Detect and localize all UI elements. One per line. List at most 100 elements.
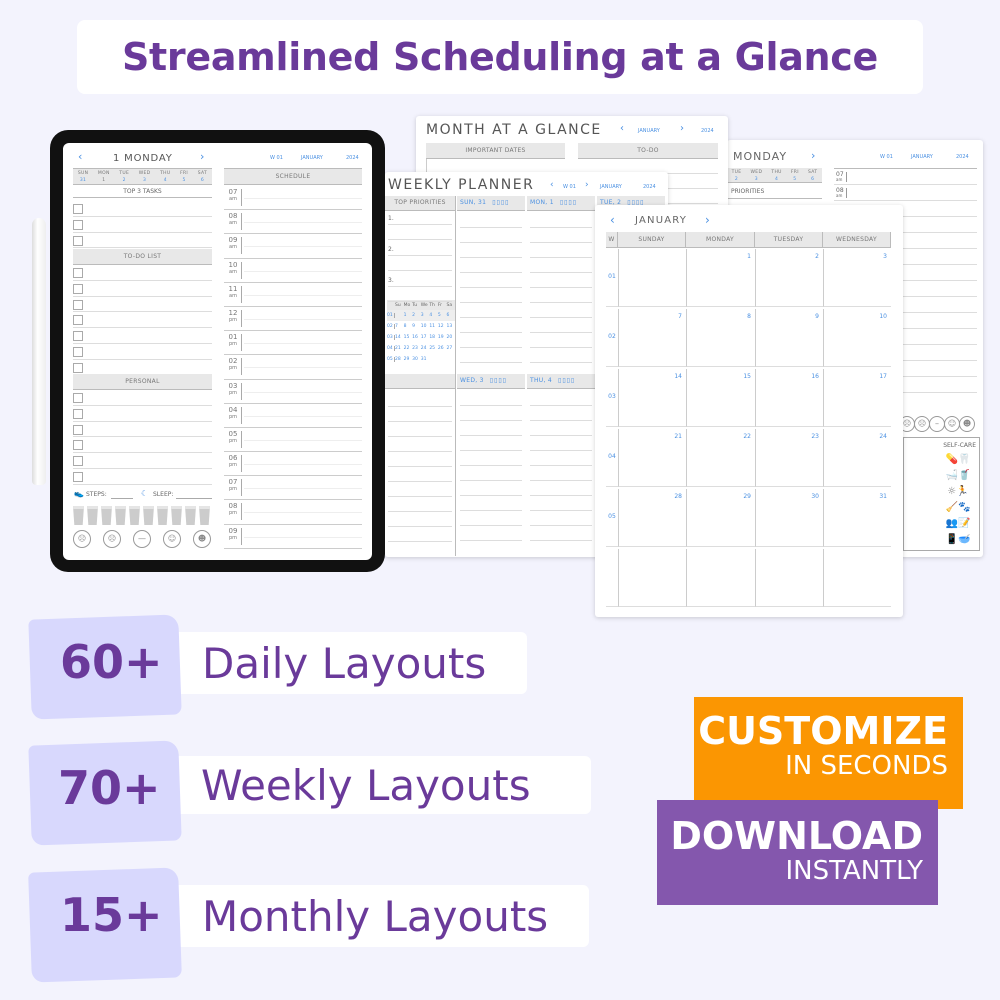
mini-date[interactable]: 10: [421, 324, 430, 329]
mini-week-number[interactable]: 05: [387, 357, 395, 362]
hour-row[interactable]: 12 pm: [224, 307, 362, 332]
day-cell[interactable]: 1: [686, 249, 755, 307]
checkbox[interactable]: [73, 235, 83, 246]
day-cell[interactable]: 17: [823, 369, 891, 427]
prev-icon[interactable]: ‹: [620, 123, 624, 134]
weekday-cell[interactable]: SAT 6: [808, 168, 817, 182]
mini-date[interactable]: 2: [412, 313, 421, 318]
next-day-icon[interactable]: ›: [200, 150, 204, 163]
day-cell[interactable]: 29: [686, 489, 755, 547]
hour-row[interactable]: 04 pm: [224, 404, 362, 428]
water-glass-icon[interactable]: [171, 506, 182, 525]
next-icon[interactable]: ›: [680, 123, 684, 134]
hour-row[interactable]: 09 pm: [224, 525, 362, 549]
mini-date[interactable]: 8: [404, 324, 413, 329]
day-cell[interactable]: 10: [823, 309, 891, 367]
checkbox[interactable]: [73, 393, 83, 403]
weekday-cell[interactable]: SUN 31: [78, 169, 88, 184]
mood-icon[interactable]: ☹: [914, 416, 930, 432]
mini-date[interactable]: 27: [446, 346, 455, 351]
day-header[interactable]: THU, 4 ▯▯▯▯: [527, 374, 595, 389]
day-cell[interactable]: 23: [755, 429, 823, 487]
prev-icon[interactable]: ‹: [550, 180, 554, 190]
day-cell[interactable]: [618, 249, 686, 307]
day-cell[interactable]: 7: [618, 309, 686, 367]
water-glass-icon[interactable]: [143, 506, 154, 525]
weekday-cell[interactable]: THU 4: [771, 168, 781, 182]
mini-date[interactable]: 12: [438, 324, 447, 329]
hour-row[interactable]: 02 pm: [224, 355, 362, 380]
day-cell[interactable]: 28: [618, 489, 686, 547]
day-cell[interactable]: [686, 549, 755, 607]
checkbox[interactable]: [73, 299, 83, 310]
checkbox[interactable]: [73, 456, 83, 467]
hour-row[interactable]: 05 pm: [224, 428, 362, 453]
day-cell[interactable]: [755, 549, 823, 607]
mini-date[interactable]: 16: [412, 335, 421, 340]
day-cell[interactable]: 9: [755, 309, 823, 367]
day-cell[interactable]: [618, 549, 686, 607]
mini-date[interactable]: 30: [412, 357, 421, 362]
priority-line[interactable]: [388, 255, 452, 271]
mini-week-number[interactable]: 03: [387, 335, 395, 340]
hour-row[interactable]: 06 pm: [224, 452, 362, 477]
checkbox[interactable]: [73, 408, 83, 419]
checkbox[interactable]: [73, 331, 83, 342]
mini-date[interactable]: 4: [429, 313, 438, 318]
day-header[interactable]: SUN, 31 ▯▯▯▯: [457, 196, 525, 211]
hour-row[interactable]: 08 pm: [224, 500, 362, 525]
mini-date[interactable]: 17: [421, 335, 430, 340]
day-cell[interactable]: 30: [755, 489, 823, 547]
mood-icon[interactable]: ☺: [944, 416, 960, 432]
weekday-cell[interactable]: TUE 2: [119, 169, 129, 184]
mini-date[interactable]: 1: [404, 313, 413, 318]
mini-date[interactable]: 5: [438, 313, 447, 318]
weekday-cell[interactable]: FRI 5: [180, 169, 188, 184]
mood-icon[interactable]: ☻: [193, 530, 211, 548]
hour-row[interactable]: 10 am: [224, 259, 362, 283]
steps-input[interactable]: [111, 498, 133, 499]
mood-icon[interactable]: ☹: [73, 530, 91, 548]
checkbox[interactable]: [73, 204, 83, 214]
water-glass-icon[interactable]: [115, 506, 126, 525]
weekday-cell[interactable]: THU 4: [160, 169, 170, 184]
mini-week-number[interactable]: 02: [387, 324, 395, 329]
day-cell[interactable]: 22: [686, 429, 755, 487]
water-glass-icon[interactable]: [87, 506, 98, 525]
mini-date[interactable]: 6: [446, 313, 455, 318]
day-header[interactable]: WED, 3 ▯▯▯▯: [457, 374, 525, 389]
hour-row[interactable]: 03 pm: [224, 380, 362, 404]
mood-icon[interactable]: ☻: [959, 416, 975, 432]
next-icon[interactable]: ›: [811, 149, 815, 162]
day-cell[interactable]: 3: [823, 249, 891, 307]
checkbox[interactable]: [73, 268, 83, 278]
checkbox[interactable]: [73, 315, 83, 326]
day-column[interactable]: [460, 213, 522, 373]
day-column[interactable]: [460, 391, 522, 541]
mini-date[interactable]: 3: [421, 313, 430, 318]
weekday-cell[interactable]: SAT 6: [198, 169, 207, 184]
water-glass-icon[interactable]: [185, 506, 196, 525]
mini-week-number[interactable]: 01: [387, 313, 395, 318]
water-glass-icon[interactable]: [129, 506, 140, 525]
hour-row[interactable]: 11 am: [224, 283, 362, 307]
priority-line[interactable]: [388, 286, 452, 302]
day-column[interactable]: [530, 391, 592, 541]
weekday-cell[interactable]: WED 3: [139, 169, 151, 184]
checkbox[interactable]: [73, 346, 83, 357]
water-glass-icon[interactable]: [199, 506, 210, 525]
mini-date[interactable]: 28: [395, 357, 404, 362]
day-cell[interactable]: 16: [755, 369, 823, 427]
mini-date[interactable]: 21: [395, 346, 404, 351]
mood-icon[interactable]: ☺: [163, 530, 181, 548]
day-cell[interactable]: 31: [823, 489, 891, 547]
day-cell[interactable]: 15: [686, 369, 755, 427]
mini-date[interactable]: 14: [395, 335, 404, 340]
water-glass-icon[interactable]: [73, 506, 84, 525]
water-glass-icon[interactable]: [101, 506, 112, 525]
weekday-cell[interactable]: TUE 2: [732, 168, 742, 182]
hour-row[interactable]: 07 pm: [224, 476, 362, 501]
prev-month-icon[interactable]: ‹: [610, 213, 615, 227]
day-cell[interactable]: 21: [618, 429, 686, 487]
mini-date[interactable]: 13: [446, 324, 455, 329]
